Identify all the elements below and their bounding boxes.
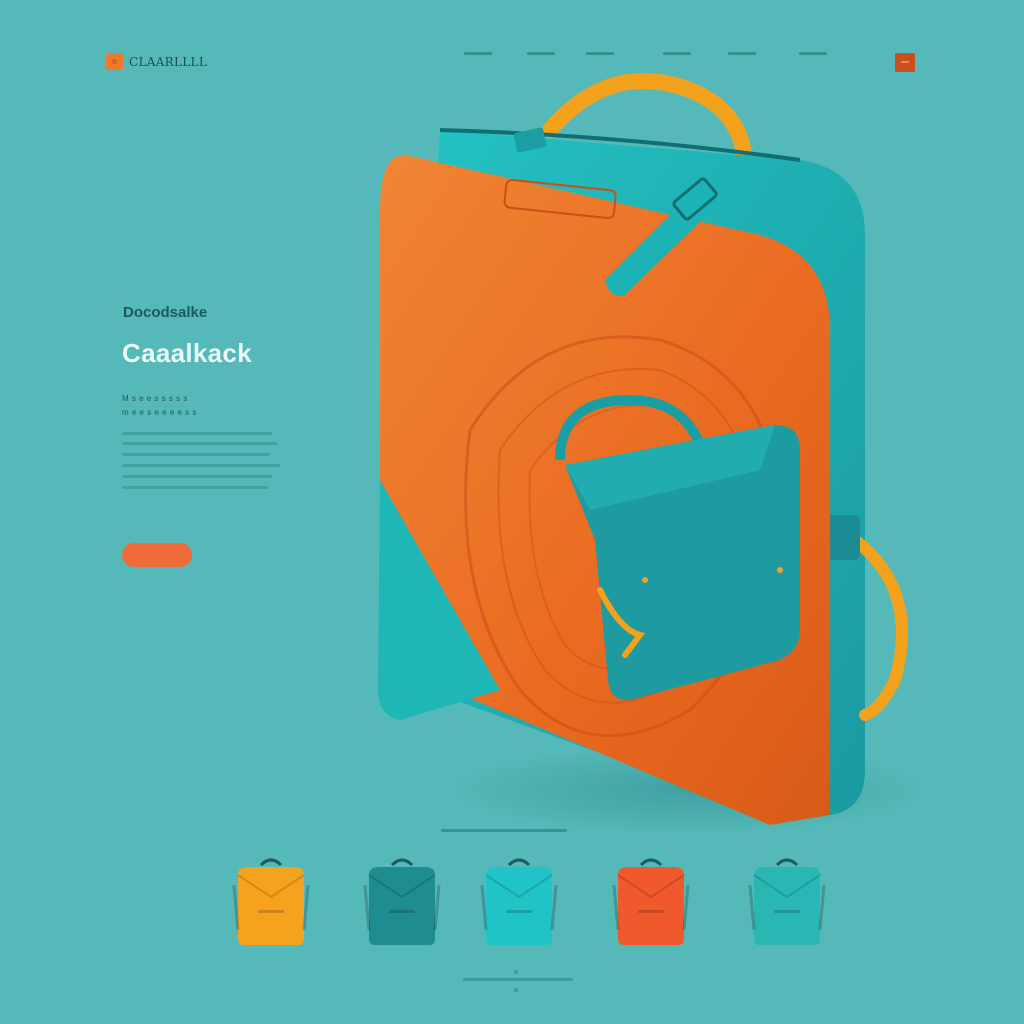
nav-link[interactable] <box>799 52 827 55</box>
nav-link[interactable] <box>464 52 492 55</box>
product-thumbnail-backpack-icon[interactable] <box>744 855 830 950</box>
pagination-bar <box>463 978 573 981</box>
hero-title: Caaalkack <box>122 338 252 368</box>
pagination-dot <box>514 988 518 992</box>
product-thumbnail-backpack-icon[interactable] <box>359 855 445 950</box>
nav-link[interactable] <box>663 52 691 55</box>
hero-eyebrow: Docodsalke <box>123 304 208 321</box>
top-nav <box>460 52 860 62</box>
pagination-dot <box>514 970 518 974</box>
hero-subtitle-line: m e e s e e e e s s <box>122 408 197 417</box>
product-thumbnail-backpack-icon[interactable] <box>228 855 314 950</box>
nav-link[interactable] <box>728 52 756 55</box>
product-thumbnail-backpack-icon[interactable] <box>608 855 694 950</box>
landing-page: CLAARLLLL Docodsalke Caaalkack M s e e s… <box>0 0 1024 1024</box>
products-caption <box>441 829 567 833</box>
shop-now-button[interactable] <box>122 543 192 567</box>
nav-link[interactable] <box>586 52 614 55</box>
brand-logo[interactable]: CLAARLLLL <box>106 53 207 70</box>
logo-text: CLAARLLLL <box>129 54 208 69</box>
hero-subtitle-line: M s e e s s s s s <box>122 394 188 403</box>
backpack-icon <box>378 73 920 835</box>
nav-link[interactable] <box>527 52 555 55</box>
product-thumbnail-backpack-icon[interactable] <box>476 855 562 950</box>
logo-square-icon <box>106 53 123 70</box>
